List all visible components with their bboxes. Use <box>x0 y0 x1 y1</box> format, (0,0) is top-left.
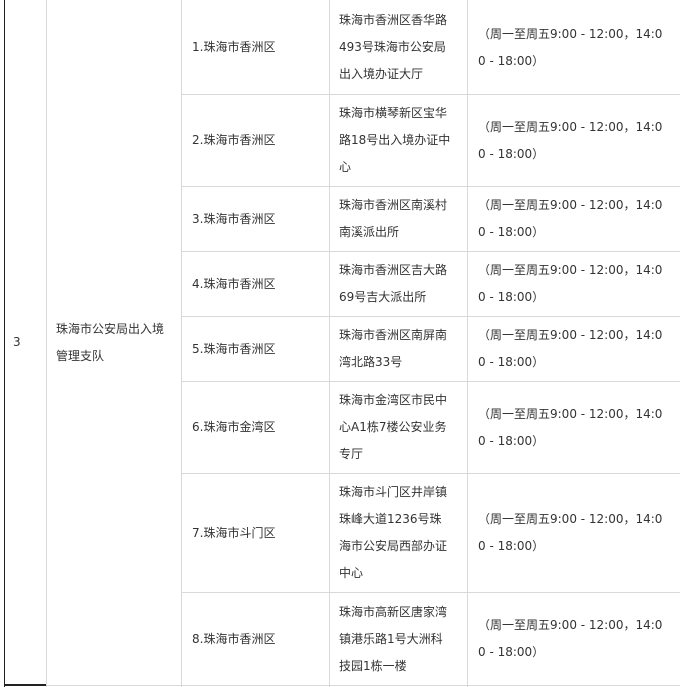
office-area: 3.珠海市香洲区 <box>192 211 276 226</box>
office-hours: （周一至周五9:00 - 12:00，14:0 0 - 18:00） <box>478 26 663 68</box>
office-area: 1.珠海市香洲区 <box>192 40 276 54</box>
organization-name: 珠海市公安局出入境 管理支队 <box>56 321 165 363</box>
office-address: 珠海市横琴新区宝华 路18号出入境办证中 心 <box>339 106 451 174</box>
office-address: 珠海市香洲区南屏南 湾北路33号 <box>339 328 448 369</box>
office-address: 珠海市香洲区南溪村 南溪派出所 <box>339 198 448 239</box>
office-area: 4.珠海市香洲区 <box>192 276 276 291</box>
office-hours: （周一至周五9:00 - 12:00，14:0 0 - 18:00） <box>478 512 663 553</box>
office-hours: （周一至周五9:00 - 12:00，14:0 0 - 18:00） <box>478 263 663 304</box>
office-address: 珠海市香洲区香华路 493号珠海市公安局 出入境办证大厅 <box>339 13 448 81</box>
office-address: 珠海市金湾区市民中 心A1栋7楼公安业务 专厅 <box>339 393 448 461</box>
table-bottom-border <box>46 685 680 686</box>
office-hours: （周一至周五9:00 - 12:00，14:0 0 - 18:00） <box>478 406 663 448</box>
office-area: 2.珠海市香洲区 <box>192 133 276 147</box>
office-area: 7.珠海市斗门区 <box>192 525 276 540</box>
office-hours: （周一至周五9:00 - 12:00，14:0 0 - 18:00） <box>478 198 663 239</box>
office-address: 珠海市高新区唐家湾 镇港乐路1号大洲科 技园1栋一楼 <box>339 604 448 673</box>
office-hours: （周一至周五9:00 - 12:00，14:0 0 - 18:00） <box>478 119 663 161</box>
office-address: 珠海市斗门区井岸镇 珠峰大道1236号珠 海市公安局西部办证 中心 <box>339 485 448 580</box>
office-area: 6.珠海市金湾区 <box>192 420 276 434</box>
office-address: 珠海市香洲区吉大路 69号吉大派出所 <box>339 263 448 304</box>
office-hours: （周一至周五9:00 - 12:00，14:0 0 - 18:00） <box>478 328 663 369</box>
row-number: 3 <box>13 335 21 349</box>
office-table: 3 珠海市公安局出入境 管理支队 1.珠海市香洲区 珠海市香洲区香华路 493号… <box>0 0 680 687</box>
office-area: 8.珠海市香洲区 <box>192 631 276 646</box>
office-area: 5.珠海市香洲区 <box>192 341 276 356</box>
office-hours: （周一至周五9:00 - 12:00，14:0 0 - 18:00） <box>478 618 663 659</box>
